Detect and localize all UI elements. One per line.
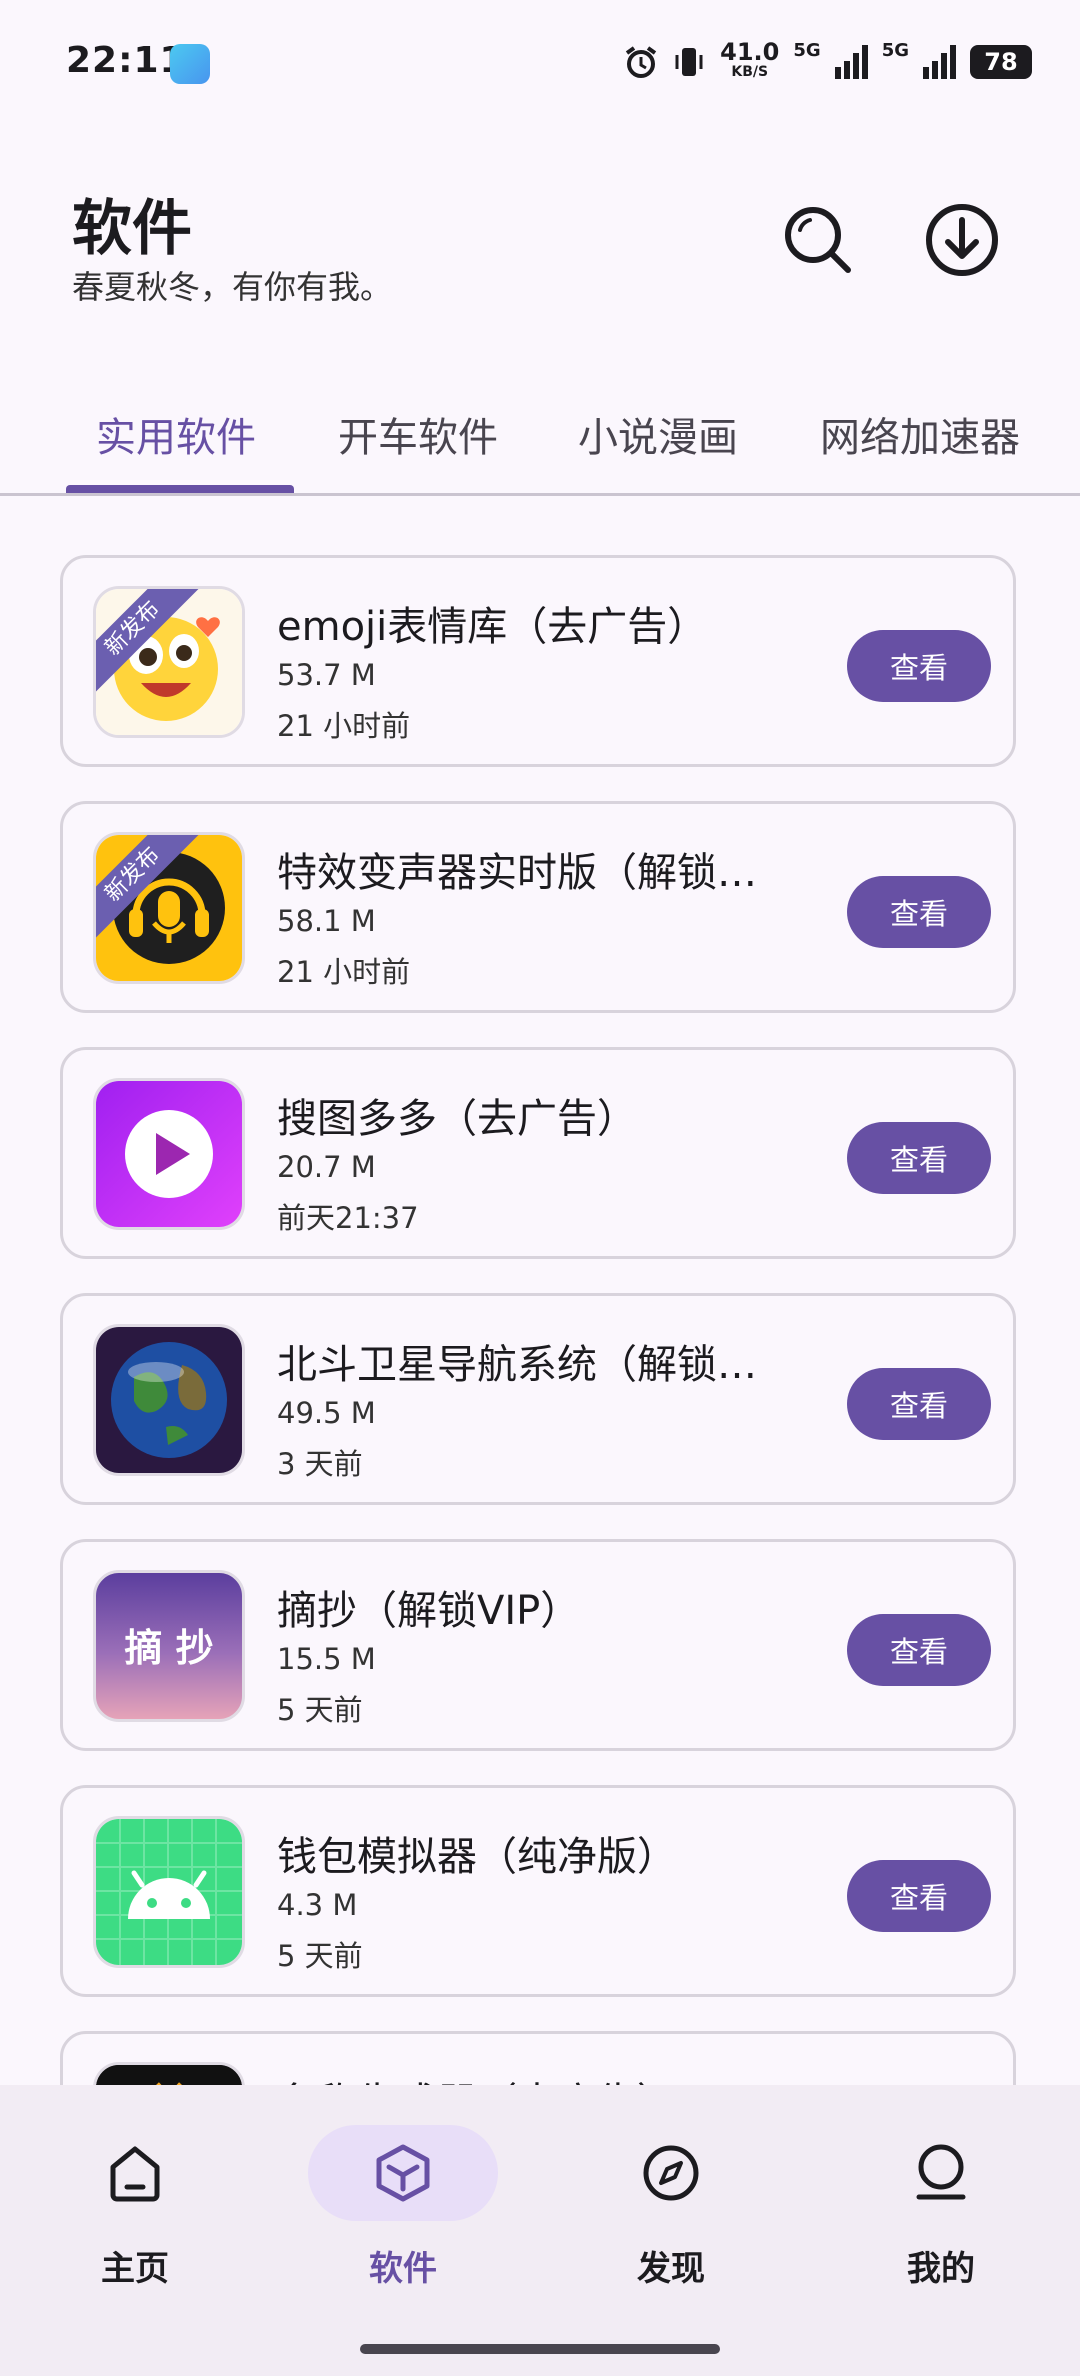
page-title: 软件: [72, 194, 192, 264]
tab-network-accelerator[interactable]: 网络加速器: [820, 405, 1020, 463]
status-time: 22:11: [66, 40, 186, 81]
app-size: 58.1 M: [277, 904, 376, 938]
app-date: 5 天前: [277, 1693, 363, 1727]
compass-icon: [631, 2133, 711, 2213]
view-button[interactable]: 查看: [847, 1860, 991, 1932]
app-date: 前天21:37: [277, 1201, 419, 1235]
tab-practical-software[interactable]: 实用软件: [96, 405, 256, 463]
app-name: emoji表情库（去广告）: [277, 604, 708, 650]
signal-bars-1: [834, 45, 868, 79]
status-bar: 22:11 41.0 KB/S 5G 5G 78: [0, 0, 1080, 120]
app-date: 5 天前: [277, 1939, 363, 1973]
list-item[interactable]: 名称生成器（去广告）: [60, 2031, 1016, 2085]
nav-profile[interactable]: 我的: [846, 2125, 1046, 2305]
view-button[interactable]: 查看: [847, 630, 991, 702]
cube-icon: [363, 2133, 443, 2213]
android-icon: [96, 1819, 242, 1965]
app-icon: 新发布: [93, 586, 245, 738]
app-name: 搜图多多（去广告）: [277, 1096, 637, 1142]
app-name: 北斗卫星导航系统（解锁…: [277, 1342, 757, 1388]
nav-home[interactable]: 主页: [40, 2125, 240, 2305]
app-name: 名称生成器（去广告）: [277, 2070, 677, 2085]
view-button[interactable]: 查看: [847, 1122, 991, 1194]
category-tabs: 实用软件 开车软件 小说漫画 网络加速器: [0, 395, 1080, 496]
app-list: 新发布 emoji表情库（去广告） 53.7 M 21 小时前 查看 新发布 特…: [0, 555, 1080, 2085]
profile-icon: [901, 2133, 981, 2213]
bottom-navigation: 主页 软件 发现 我的: [0, 2085, 1080, 2376]
alarm-icon: [624, 45, 658, 79]
search-icon: [785, 207, 851, 273]
tab-indicator: [66, 485, 294, 493]
app-size: 15.5 M: [277, 1642, 376, 1676]
download-button[interactable]: [922, 200, 1002, 280]
home-icon: [95, 2133, 175, 2213]
app-icon: [93, 2062, 245, 2085]
list-item[interactable]: 摘 抄 摘抄（解锁VIP） 15.5 M 5 天前 查看: [60, 1539, 1016, 1751]
signal-bars-2: [923, 45, 956, 79]
vibrate-icon: [672, 45, 706, 79]
app-icon: 摘 抄: [93, 1570, 245, 1722]
list-item[interactable]: 新发布 emoji表情库（去广告） 53.7 M 21 小时前 查看: [60, 555, 1016, 767]
net-label-1: 5G: [793, 40, 821, 61]
nav-software[interactable]: 软件: [308, 2125, 508, 2305]
home-indicator[interactable]: [360, 2344, 720, 2354]
nav-label: 发现: [637, 2249, 705, 2289]
app-name: 摘抄（解锁VIP）: [277, 1588, 581, 1634]
app-date: 21 小时前: [277, 955, 411, 989]
search-button[interactable]: [778, 200, 858, 280]
app-icon: [93, 1324, 245, 1476]
list-item[interactable]: 北斗卫星导航系统（解锁… 49.5 M 3 天前 查看: [60, 1293, 1016, 1505]
app-size: 53.7 M: [277, 658, 376, 692]
list-item[interactable]: 新发布 特效变声器实时版（解锁… 58.1 M 21 小时前 查看: [60, 801, 1016, 1013]
app-size: 49.5 M: [277, 1396, 376, 1430]
play-icon: [96, 1081, 242, 1227]
net-label-2: 5G: [881, 40, 909, 61]
app-size: 20.7 M: [277, 1150, 376, 1184]
page-subtitle: 春夏秋冬，有你有我。: [72, 268, 393, 306]
earth-icon: [96, 1327, 242, 1473]
app-notification-icon: [170, 44, 210, 84]
zhaichao-icon: 摘 抄: [124, 1626, 214, 1670]
tab-driving-software[interactable]: 开车软件: [338, 405, 498, 463]
status-indicators: 41.0 KB/S 5G 5G 78: [624, 40, 1032, 84]
app-date: 21 小时前: [277, 709, 411, 743]
app-name: 钱包模拟器（纯净版）: [277, 1834, 677, 1880]
tab-novels-comics[interactable]: 小说漫画: [578, 405, 738, 463]
nav-discover[interactable]: 发现: [576, 2125, 776, 2305]
list-item[interactable]: 搜图多多（去广告） 20.7 M 前天21:37 查看: [60, 1047, 1016, 1259]
app-name: 特效变声器实时版（解锁…: [277, 850, 757, 896]
download-icon: [926, 204, 998, 276]
list-item[interactable]: 钱包模拟器（纯净版） 4.3 M 5 天前 查看: [60, 1785, 1016, 1997]
view-button[interactable]: 查看: [847, 1614, 991, 1686]
view-button[interactable]: 查看: [847, 876, 991, 948]
nav-label: 软件: [369, 2249, 437, 2289]
tab-divider: [0, 493, 1080, 496]
app-icon: 新发布: [93, 832, 245, 984]
nav-label: 我的: [907, 2249, 975, 2289]
app-date: 3 天前: [277, 1447, 363, 1481]
nav-label: 主页: [101, 2249, 169, 2289]
app-icon: [93, 1816, 245, 1968]
app-icon: [96, 2065, 242, 2085]
battery-indicator: 78: [970, 45, 1032, 79]
app-size: 4.3 M: [277, 1888, 358, 1922]
view-button[interactable]: 查看: [847, 1368, 991, 1440]
network-speed: 41.0 KB/S: [720, 40, 779, 82]
app-icon: [93, 1078, 245, 1230]
